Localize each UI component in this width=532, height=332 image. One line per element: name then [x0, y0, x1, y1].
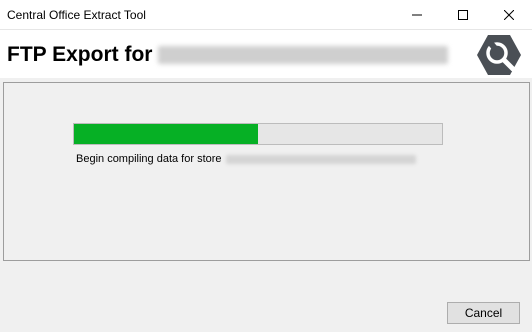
cancel-button[interactable]: Cancel: [447, 302, 520, 324]
title-bar[interactable]: Central Office Extract Tool: [0, 0, 532, 30]
progress-bar-fill: [74, 124, 258, 144]
close-icon: [504, 10, 514, 20]
header-strip: FTP Export for: [0, 30, 532, 78]
progress-panel: Begin compiling data for store: [3, 82, 530, 261]
status-text: Begin compiling data for store: [76, 153, 222, 165]
app-window: Central Office Extract Tool FTP Export f…: [0, 0, 532, 332]
redacted-store-id: [225, 154, 416, 164]
page-title-text: FTP Export for: [7, 43, 153, 66]
page-title: FTP Export for: [7, 43, 449, 67]
wrench-magnifier-logo-icon: [477, 35, 521, 75]
redacted-store-name: [158, 46, 449, 65]
status-message: Begin compiling data for store: [76, 153, 416, 165]
close-button[interactable]: [492, 0, 526, 30]
minimize-icon: [412, 14, 422, 16]
progress-bar: [73, 123, 443, 145]
window-title: Central Office Extract Tool: [7, 8, 146, 22]
maximize-icon: [458, 10, 468, 20]
minimize-button[interactable]: [400, 0, 434, 30]
maximize-button[interactable]: [446, 0, 480, 30]
cancel-button-label: Cancel: [464, 306, 503, 320]
